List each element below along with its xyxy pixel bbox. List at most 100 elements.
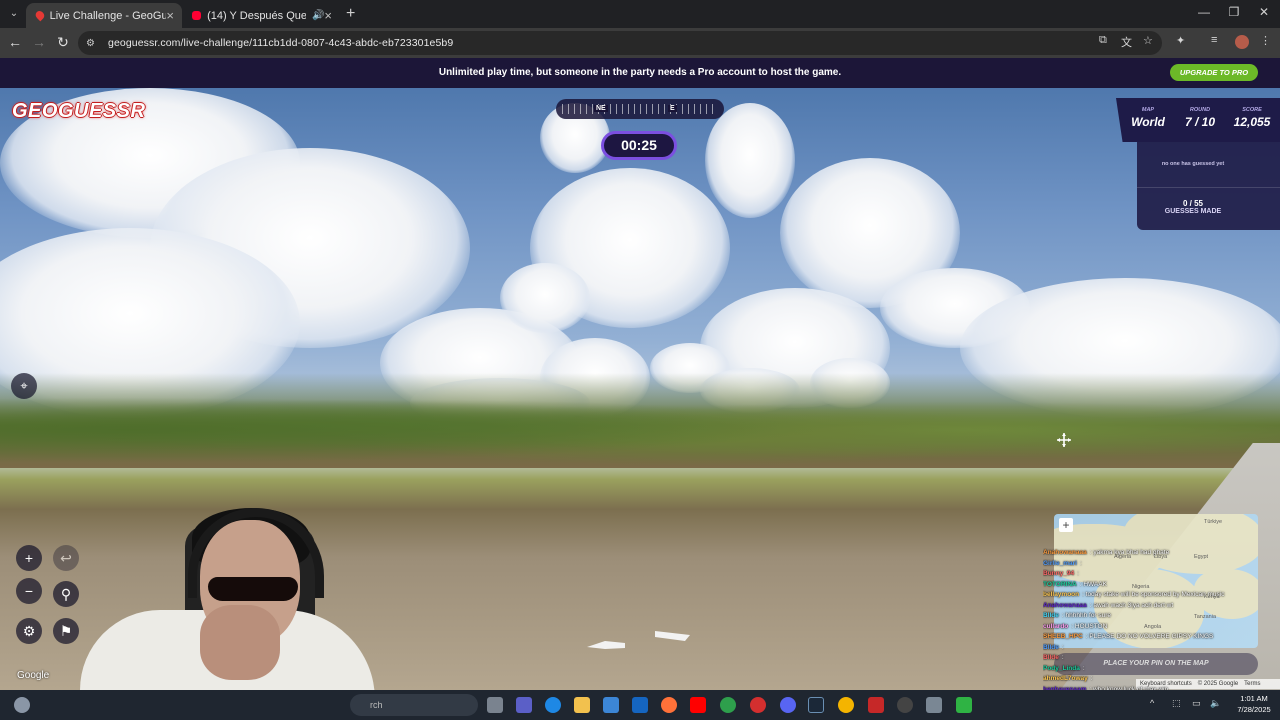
geoguessr-logo[interactable]: GEOGUESSR (12, 100, 145, 123)
status-map: MAP World (1128, 107, 1168, 129)
app-icon[interactable] (956, 697, 972, 713)
chat-username: ahmedL7oway (1043, 675, 1088, 682)
reload-icon[interactable]: ↻ (54, 34, 72, 51)
extensions-icon[interactable]: ✦ (1176, 34, 1185, 47)
tab-title: Live Challenge - GeoGuessr (49, 9, 167, 22)
speaker-icon[interactable]: 🔊 (312, 10, 324, 21)
browser-toolbar: ← → ↻ ⚙ geoguessr.com/live-challenge/111… (0, 28, 1280, 58)
move-arrow-right[interactable] (655, 631, 690, 641)
status-round-value: 7 / 10 (1184, 115, 1216, 129)
task-view-icon[interactable] (487, 697, 503, 713)
pro-banner: Unlimited play time, but someone in the … (0, 58, 1280, 88)
round-timer: 00:25 (601, 131, 677, 160)
chat-message: bellaymoon: today stake will be sponsore… (1043, 590, 1263, 601)
steam-icon[interactable] (808, 697, 824, 713)
translate-icon[interactable]: 文 (1121, 34, 1132, 50)
move-arrow-left[interactable] (587, 641, 625, 649)
divider (1137, 187, 1280, 188)
minimize-icon[interactable]: — (1194, 5, 1214, 19)
close-window-icon[interactable]: ✕ (1254, 5, 1274, 19)
obs-icon[interactable] (897, 697, 913, 713)
checkpoint-flag-icon[interactable]: ⚑ (53, 618, 79, 644)
store-icon[interactable] (603, 697, 619, 713)
discord-icon[interactable] (780, 697, 796, 713)
cloud (500, 263, 590, 333)
network-icon[interactable]: ▭ (1192, 698, 1201, 709)
close-tab-icon[interactable]: × (324, 8, 332, 23)
opera-icon[interactable] (750, 697, 766, 713)
chat-text: : (1077, 570, 1079, 577)
zoom-in-button[interactable]: + (16, 545, 42, 571)
chat-text: : (1061, 643, 1064, 651)
site-settings-icon[interactable]: ⚙ (86, 38, 100, 49)
chat-text: : today stake will be sponsored by Mexic… (1082, 591, 1225, 598)
clock-time: 1:01 AM (1240, 694, 1268, 703)
forward-icon[interactable]: → (30, 34, 48, 50)
widgets-icon[interactable] (14, 697, 30, 713)
edge-icon[interactable] (545, 697, 561, 713)
settings-gear-icon[interactable]: ⚙ (16, 618, 42, 644)
firefox-icon[interactable] (661, 697, 677, 713)
chat-message: cullardo: HOUSTON (1043, 622, 1263, 633)
undo-move-icon[interactable]: ↩ (53, 545, 79, 571)
status-map-caption: MAP (1141, 107, 1155, 113)
new-tab-icon[interactable]: + (346, 5, 355, 23)
media-control-icon[interactable]: ≡ (1211, 34, 1217, 46)
youtube-icon[interactable] (690, 697, 706, 713)
install-app-icon[interactable]: ⧉ (1099, 34, 1107, 47)
chat-text: : (1090, 675, 1093, 682)
tab-youtube[interactable]: (14) Y Después Que - YouTu 🔊 × (184, 3, 340, 28)
chat-username: TOTORINA (1043, 580, 1077, 588)
status-round-caption: ROUND (1189, 107, 1211, 113)
map-label: Türkiye (1204, 519, 1223, 525)
zoom-out-button[interactable]: − (16, 578, 42, 604)
teams-icon[interactable] (516, 697, 532, 713)
chat-username: bellaymoon (1043, 591, 1080, 598)
address-bar[interactable]: ⚙ geoguessr.com/live-challenge/111cb1dd-… (78, 31, 1162, 55)
app-icon[interactable] (868, 697, 884, 713)
status-score-value: 12,055 (1233, 115, 1271, 129)
restore-icon[interactable]: ❐ (1224, 5, 1244, 19)
compass-ticks (562, 104, 718, 114)
compass-label-ne: NE (594, 105, 608, 112)
streamer-hand (200, 605, 280, 680)
chat-message: Bllde: (1043, 643, 1263, 654)
tab-geoguessr[interactable]: Live Challenge - GeoGuessr × (26, 3, 182, 28)
tab-search-icon[interactable]: ⌄ (4, 4, 24, 24)
file-explorer-icon[interactable] (574, 697, 590, 713)
status-score-caption: SCORE (1242, 107, 1262, 113)
chat-text: : yakma kya bhai had ghate (1089, 549, 1170, 556)
return-to-start-icon[interactable]: ⚲ (53, 581, 79, 607)
tab-title: (14) Y Después Que - YouTu (207, 9, 306, 22)
chat-username: Bllde (1043, 643, 1059, 651)
stream-chat-overlay: Anahowanaaa: yakma kya bhai had ghate Gir… (1043, 548, 1263, 706)
chat-message: Bllde: hhhhhh for sure (1043, 611, 1263, 622)
movement-arrows[interactable] (585, 623, 695, 653)
report-location-icon[interactable]: ⌖ (11, 373, 37, 399)
streamer-webcam (80, 500, 380, 720)
browser-menu-icon[interactable]: ⋮ (1260, 34, 1271, 47)
settings-app-icon[interactable] (926, 697, 942, 713)
chrome-icon[interactable] (838, 697, 854, 713)
chat-username: Girlie_mari (1043, 559, 1077, 567)
close-tab-icon[interactable]: × (166, 8, 174, 23)
outlook-icon[interactable] (632, 697, 648, 713)
tray-app-icon[interactable]: ⬚ (1172, 698, 1181, 709)
chat-username: cullardo (1043, 622, 1069, 630)
map-zoom-in-button[interactable]: + (1059, 518, 1073, 532)
taskbar-search[interactable]: rch (350, 694, 478, 716)
chat-text: : (1082, 664, 1085, 672)
back-icon[interactable]: ← (6, 34, 24, 50)
chat-text: : HOUSTON (1071, 622, 1108, 630)
profile-avatar[interactable] (1235, 35, 1249, 49)
chat-username: Bllde (1043, 612, 1059, 619)
cursor-move-icon (1057, 433, 1071, 447)
bookmark-star-icon[interactable]: ☆ (1143, 34, 1153, 47)
url-text[interactable]: geoguessr.com/live-challenge/111cb1dd-08… (108, 37, 453, 49)
system-clock[interactable]: 1:01 AM 7/28/2025 (1228, 693, 1280, 715)
upgrade-to-pro-button[interactable]: UPGRADE TO PRO (1170, 64, 1258, 81)
status-map-value: World (1131, 115, 1165, 129)
volume-icon[interactable]: 🔈 (1210, 698, 1221, 709)
app-icon[interactable] (720, 697, 736, 713)
tray-chevron-icon[interactable]: ^ (1150, 698, 1154, 708)
